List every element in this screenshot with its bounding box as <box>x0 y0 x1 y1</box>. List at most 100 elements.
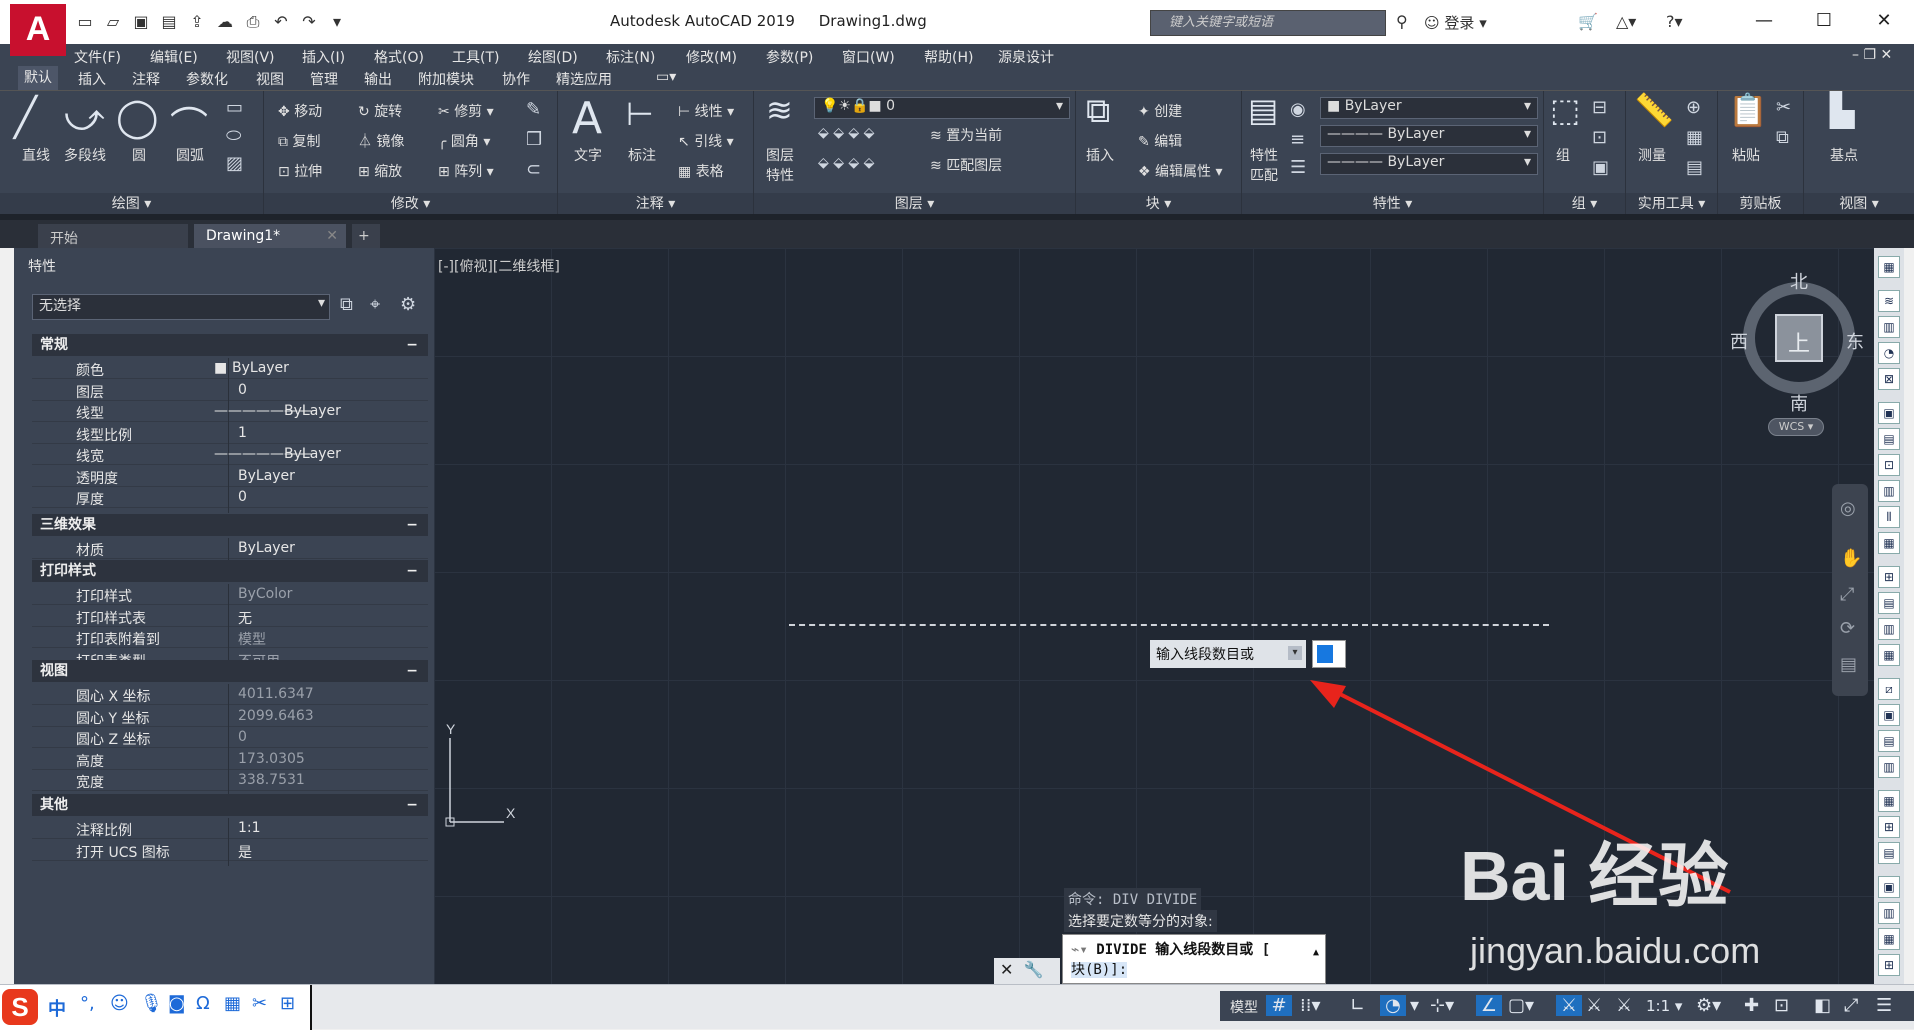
toggle-pickadd-icon[interactable]: ⧉ <box>340 294 353 315</box>
save-icon[interactable]: ▣ <box>130 11 152 33</box>
polyline-icon[interactable]: ⤻ <box>64 95 105 140</box>
collapse-icon[interactable]: − <box>406 334 418 356</box>
strip-tool-20-icon[interactable]: ▦ <box>1878 790 1900 812</box>
strip-tool-2-icon[interactable]: ≋ <box>1878 290 1900 312</box>
text-icon[interactable]: A <box>572 93 602 144</box>
strip-tool-21-icon[interactable]: ⊞ <box>1878 816 1900 838</box>
property-row[interactable]: 圆心 Z 坐标 0 <box>32 727 428 753</box>
explode-icon[interactable]: ❒ <box>526 129 542 150</box>
measure-button[interactable]: 测量 <box>1638 145 1666 165</box>
menu-file[interactable]: 文件(F) <box>74 47 121 67</box>
quick-select-icon[interactable]: ▦ <box>1686 127 1703 148</box>
line-icon[interactable]: ╱ <box>14 95 37 139</box>
section-header[interactable]: 常规 − <box>32 334 428 356</box>
collapse-icon[interactable]: − <box>406 560 418 582</box>
binoculars-icon[interactable]: ⚲ <box>1396 12 1408 31</box>
ime-grid-icon[interactable]: ⊞ <box>280 993 295 1014</box>
strip-tool-15-icon[interactable]: ▦ <box>1878 644 1900 666</box>
maximize-icon[interactable]: ☐ <box>1802 6 1846 36</box>
collapse-icon[interactable]: − <box>406 660 418 682</box>
a360-icon[interactable]: △▾ <box>1616 12 1636 31</box>
annotation-scale-dropdown[interactable]: 1:1 ▾ <box>1646 997 1682 1015</box>
property-row[interactable]: 高度 173.0305 <box>32 748 428 775</box>
dimension-button[interactable]: 标注 <box>628 145 656 165</box>
ime-voice-icon[interactable]: 🎙 <box>140 993 163 1014</box>
match-properties-button[interactable]: 特性 <box>1250 145 1278 165</box>
strip-tool-4-icon[interactable]: ◔ <box>1878 342 1900 364</box>
property-row[interactable]: 打开 UCS 图标 是 <box>32 839 428 866</box>
base-view-icon[interactable]: ▙ <box>1830 91 1855 129</box>
showmotion-icon[interactable]: ▤ <box>1840 654 1857 675</box>
cart-icon[interactable]: 🛒 <box>1578 12 1598 31</box>
undo-icon[interactable]: ↶ <box>270 11 292 33</box>
new-tab-icon[interactable]: + <box>352 224 380 250</box>
section-header[interactable]: 打印样式 − <box>32 560 428 582</box>
strip-tool-19-icon[interactable]: ▥ <box>1878 756 1900 778</box>
strip-tool-13-icon[interactable]: ▤ <box>1878 592 1900 614</box>
trim-button[interactable]: ✂ 修剪 ▾ <box>438 101 494 121</box>
strip-tool-12-icon[interactable]: ⊞ <box>1878 566 1900 588</box>
steering-wheel-icon[interactable]: ◎ <box>1840 498 1856 519</box>
panel-title-annotation[interactable]: 注释 ▾ <box>558 193 753 215</box>
group-icon[interactable]: ⬚ <box>1550 91 1580 129</box>
units-icon[interactable]: ⊡ <box>1774 995 1789 1016</box>
copy-clip-icon[interactable]: ⧉ <box>1776 127 1789 148</box>
strip-tool-1-icon[interactable]: ▦ <box>1878 256 1900 278</box>
text-button[interactable]: 文字 <box>574 145 602 165</box>
menu-insert[interactable]: 插入(I) <box>302 47 345 67</box>
tab-start[interactable]: 开始 <box>38 224 188 250</box>
arc-button[interactable]: 圆弧 <box>176 145 204 165</box>
snap-icon[interactable]: ⁞⁞▾ <box>1300 995 1320 1016</box>
strip-tool-8-icon[interactable]: ⊡ <box>1878 454 1900 476</box>
isodraft-icon[interactable]: ⊹▾ <box>1430 995 1454 1016</box>
auto-scale-icon[interactable]: ⚔ <box>1586 995 1602 1016</box>
help-icon[interactable]: ?▾ <box>1666 12 1683 31</box>
property-row[interactable]: 厚度 0 <box>32 487 428 513</box>
open-file-icon[interactable]: ▱ <box>102 11 124 33</box>
panel-title-view[interactable]: 视图 ▾ <box>1804 193 1914 215</box>
viewcube[interactable]: 北 南 东 西 上 WCS ▾ <box>1724 268 1874 436</box>
match-layer-button[interactable]: ≋ 匹配图层 <box>930 155 1002 175</box>
layer-properties-button[interactable]: 图层 <box>766 145 794 165</box>
property-row[interactable]: 圆心 Y 坐标 2099.6463 <box>32 705 428 732</box>
sogou-logo-icon[interactable]: S <box>2 989 38 1025</box>
circle-button[interactable]: 圆 <box>132 145 146 165</box>
object-snap-tracking-icon[interactable]: ∠ <box>1476 995 1502 1016</box>
strip-tool-16-icon[interactable]: ⧄ <box>1878 678 1900 700</box>
property-row[interactable]: 线宽 ByLayer ——————— <box>32 444 428 470</box>
tab-default[interactable]: 默认 <box>18 66 58 90</box>
grid-icon[interactable]: # <box>1266 995 1292 1016</box>
minimize-icon[interactable]: — <box>1742 6 1786 36</box>
qat-dropdown-icon[interactable]: ▾ <box>326 11 348 33</box>
tab-annotate[interactable]: 注释 <box>126 69 166 89</box>
property-row[interactable]: 打印样式表 无 <box>32 605 428 632</box>
viewport-controls[interactable]: [-][俯视][二维线框] <box>438 256 560 276</box>
strip-tool-9-icon[interactable]: ▥ <box>1878 480 1900 502</box>
line-button[interactable]: 直线 <box>22 145 50 165</box>
cut-icon[interactable]: ✂ <box>1776 97 1791 118</box>
tab-featured-apps[interactable]: 精选应用 <box>550 69 618 89</box>
mirror-button[interactable]: ⏃ 镜像 <box>358 131 404 151</box>
move-button[interactable]: ✥ 移动 <box>278 101 322 121</box>
edit-block-button[interactable]: ✎ 编辑 <box>1138 131 1182 151</box>
ungroup-icon[interactable]: ⊟ <box>1592 97 1607 118</box>
linetype-dropdown[interactable]: ———— ByLayer ▾ <box>1320 125 1538 147</box>
menu-yuanquan[interactable]: 源泉设计 <box>998 47 1054 67</box>
panel-title-block[interactable]: 块 ▾ <box>1076 193 1241 215</box>
arc-icon[interactable]: ⌒ <box>170 95 208 150</box>
viewcube-top-face[interactable]: 上 <box>1788 326 1810 358</box>
zoom-extents-icon[interactable]: ⤢ <box>1840 584 1854 605</box>
lineweight-icon[interactable]: ≡ <box>1290 129 1305 150</box>
layer-tools-row1-icon[interactable]: ⬙ ⬙ ⬙ ⬙ <box>818 125 874 141</box>
menu-edit[interactable]: 编辑(E) <box>150 47 198 67</box>
section-header[interactable]: 视图 − <box>32 660 428 682</box>
insert-block-button[interactable]: 插入 <box>1086 145 1114 165</box>
strip-tool-5-icon[interactable]: ⊠ <box>1878 368 1900 390</box>
group-button[interactable]: 组 <box>1556 145 1570 165</box>
tab-drawing1[interactable]: Drawing1* ✕ <box>194 224 346 250</box>
property-row[interactable]: 线型比例 1 <box>32 422 428 449</box>
base-view-button[interactable]: 基点 <box>1830 145 1858 165</box>
command-history-toggle-icon[interactable]: ▲ <box>1313 947 1319 958</box>
id-point-icon[interactable]: ⊕ <box>1686 97 1701 118</box>
property-row[interactable]: 透明度 ByLayer <box>32 465 428 492</box>
